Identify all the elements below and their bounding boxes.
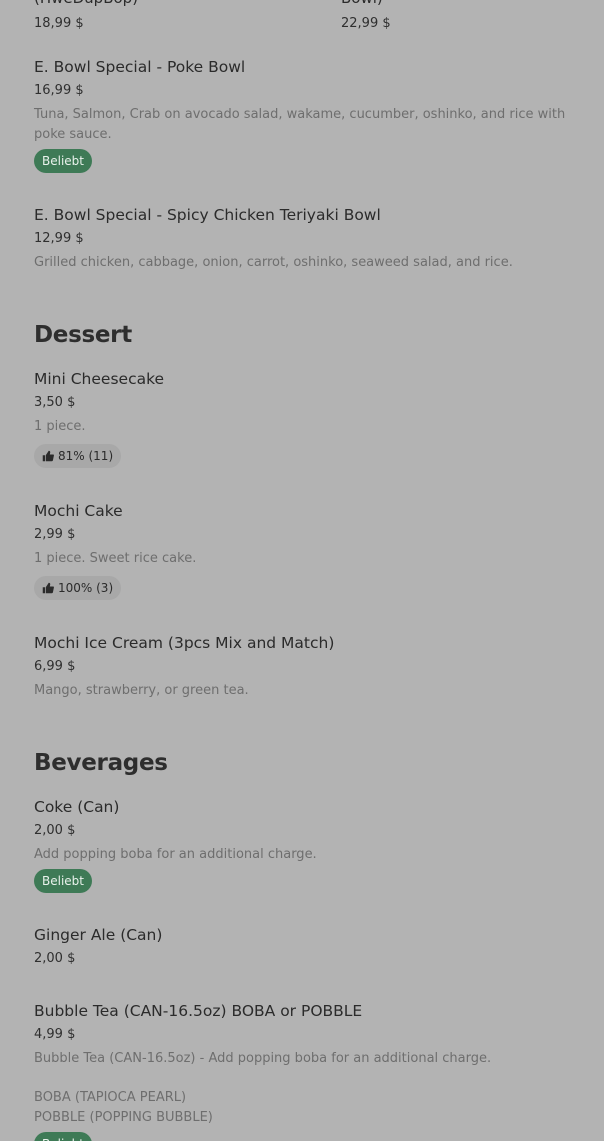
menu-item-coke[interactable]: Coke (Can) 2,00 $ Add popping boba for a… bbox=[34, 797, 590, 893]
item-description: Tuna, Salmon, Crab on avocado salad, wak… bbox=[34, 107, 566, 142]
rating-badge: 100% (3) bbox=[34, 576, 122, 600]
menu-item-spicy-chicken-bowl[interactable]: E. Bowl Special - Spicy Chicken Teriyaki… bbox=[34, 205, 590, 273]
item-price: 4,99 $ bbox=[34, 1027, 76, 1042]
item-name: Mochi Cake bbox=[34, 502, 123, 520]
item-price: 2,00 $ bbox=[34, 951, 76, 966]
item-price: 12,99 $ bbox=[34, 231, 84, 246]
menu-item-mini-cheesecake[interactable]: Mini Cheesecake 3,50 $ 1 piece. 81% (11) bbox=[34, 369, 590, 468]
section-title-beverages: Beverages bbox=[34, 750, 168, 776]
item-description-line: BOBA (TAPIOCA PEARL) bbox=[34, 1090, 187, 1105]
item-name: E. Bowl Special - Spicy Chicken Teriyaki… bbox=[34, 206, 381, 224]
menu-item-poke-bowl[interactable]: E. Bowl Special - Poke Bowl 16,99 $ Tuna… bbox=[34, 57, 590, 173]
item-description: Bubble Tea (CAN-16.5oz) - Add popping bo… bbox=[34, 1051, 492, 1066]
menu-item-card[interactable]: (HweDupBop) 18,99 $ bbox=[34, 0, 138, 33]
menu-item-mochi-ice-cream[interactable]: Mochi Ice Cream (3pcs Mix and Match) 6,9… bbox=[34, 633, 590, 701]
section-title-dessert: Dessert bbox=[34, 322, 132, 348]
item-name: Bowl) bbox=[341, 0, 391, 8]
item-name: Bubble Tea (CAN-16.5oz) BOBA or POBBLE bbox=[34, 1002, 363, 1020]
item-price: 3,50 $ bbox=[34, 395, 76, 410]
menu-item-ginger-ale[interactable]: Ginger Ale (Can) 2,00 $ bbox=[34, 925, 590, 968]
popular-badge: Beliebt bbox=[34, 1132, 92, 1141]
item-description: Add popping boba for an additional charg… bbox=[34, 847, 317, 862]
menu-item-card[interactable]: Bowl) 22,99 $ bbox=[341, 0, 391, 33]
menu-item-bubble-tea[interactable]: Bubble Tea (CAN-16.5oz) BOBA or POBBLE 4… bbox=[34, 1001, 590, 1141]
thumbs-up-icon bbox=[42, 582, 54, 594]
item-description-line: POBBLE (POPPING BUBBLE) bbox=[34, 1110, 213, 1125]
item-price: 22,99 $ bbox=[341, 16, 391, 31]
item-price: 6,99 $ bbox=[34, 659, 76, 674]
item-description: Mango, strawberry, or green tea. bbox=[34, 683, 249, 698]
popular-badge: Beliebt bbox=[34, 869, 92, 893]
item-description: Grilled chicken, cabbage, onion, carrot,… bbox=[34, 255, 513, 270]
item-name: Mochi Ice Cream (3pcs Mix and Match) bbox=[34, 634, 335, 652]
item-description: 1 piece. Sweet rice cake. bbox=[34, 551, 197, 566]
item-price: 18,99 $ bbox=[34, 16, 84, 31]
item-name: E. Bowl Special - Poke Bowl bbox=[34, 58, 246, 76]
thumbs-up-icon bbox=[42, 450, 54, 462]
menu-page: (HweDupBop) 18,99 $ Bowl) 22,99 $ E. Bow… bbox=[0, 0, 604, 1141]
item-price: 16,99 $ bbox=[34, 83, 84, 98]
item-name: Ginger Ale (Can) bbox=[34, 926, 163, 944]
popular-badge: Beliebt bbox=[34, 149, 92, 173]
item-description: 1 piece. bbox=[34, 419, 86, 434]
item-price: 2,00 $ bbox=[34, 823, 76, 838]
menu-item-mochi-cake[interactable]: Mochi Cake 2,99 $ 1 piece. Sweet rice ca… bbox=[34, 501, 590, 600]
item-name: (HweDupBop) bbox=[34, 0, 138, 8]
item-price: 2,99 $ bbox=[34, 527, 76, 542]
item-name: Coke (Can) bbox=[34, 798, 120, 816]
rating-text: 81% (11) bbox=[58, 449, 114, 463]
item-name: Mini Cheesecake bbox=[34, 370, 165, 388]
rating-badge: 81% (11) bbox=[34, 444, 122, 468]
rating-text: 100% (3) bbox=[58, 581, 114, 595]
